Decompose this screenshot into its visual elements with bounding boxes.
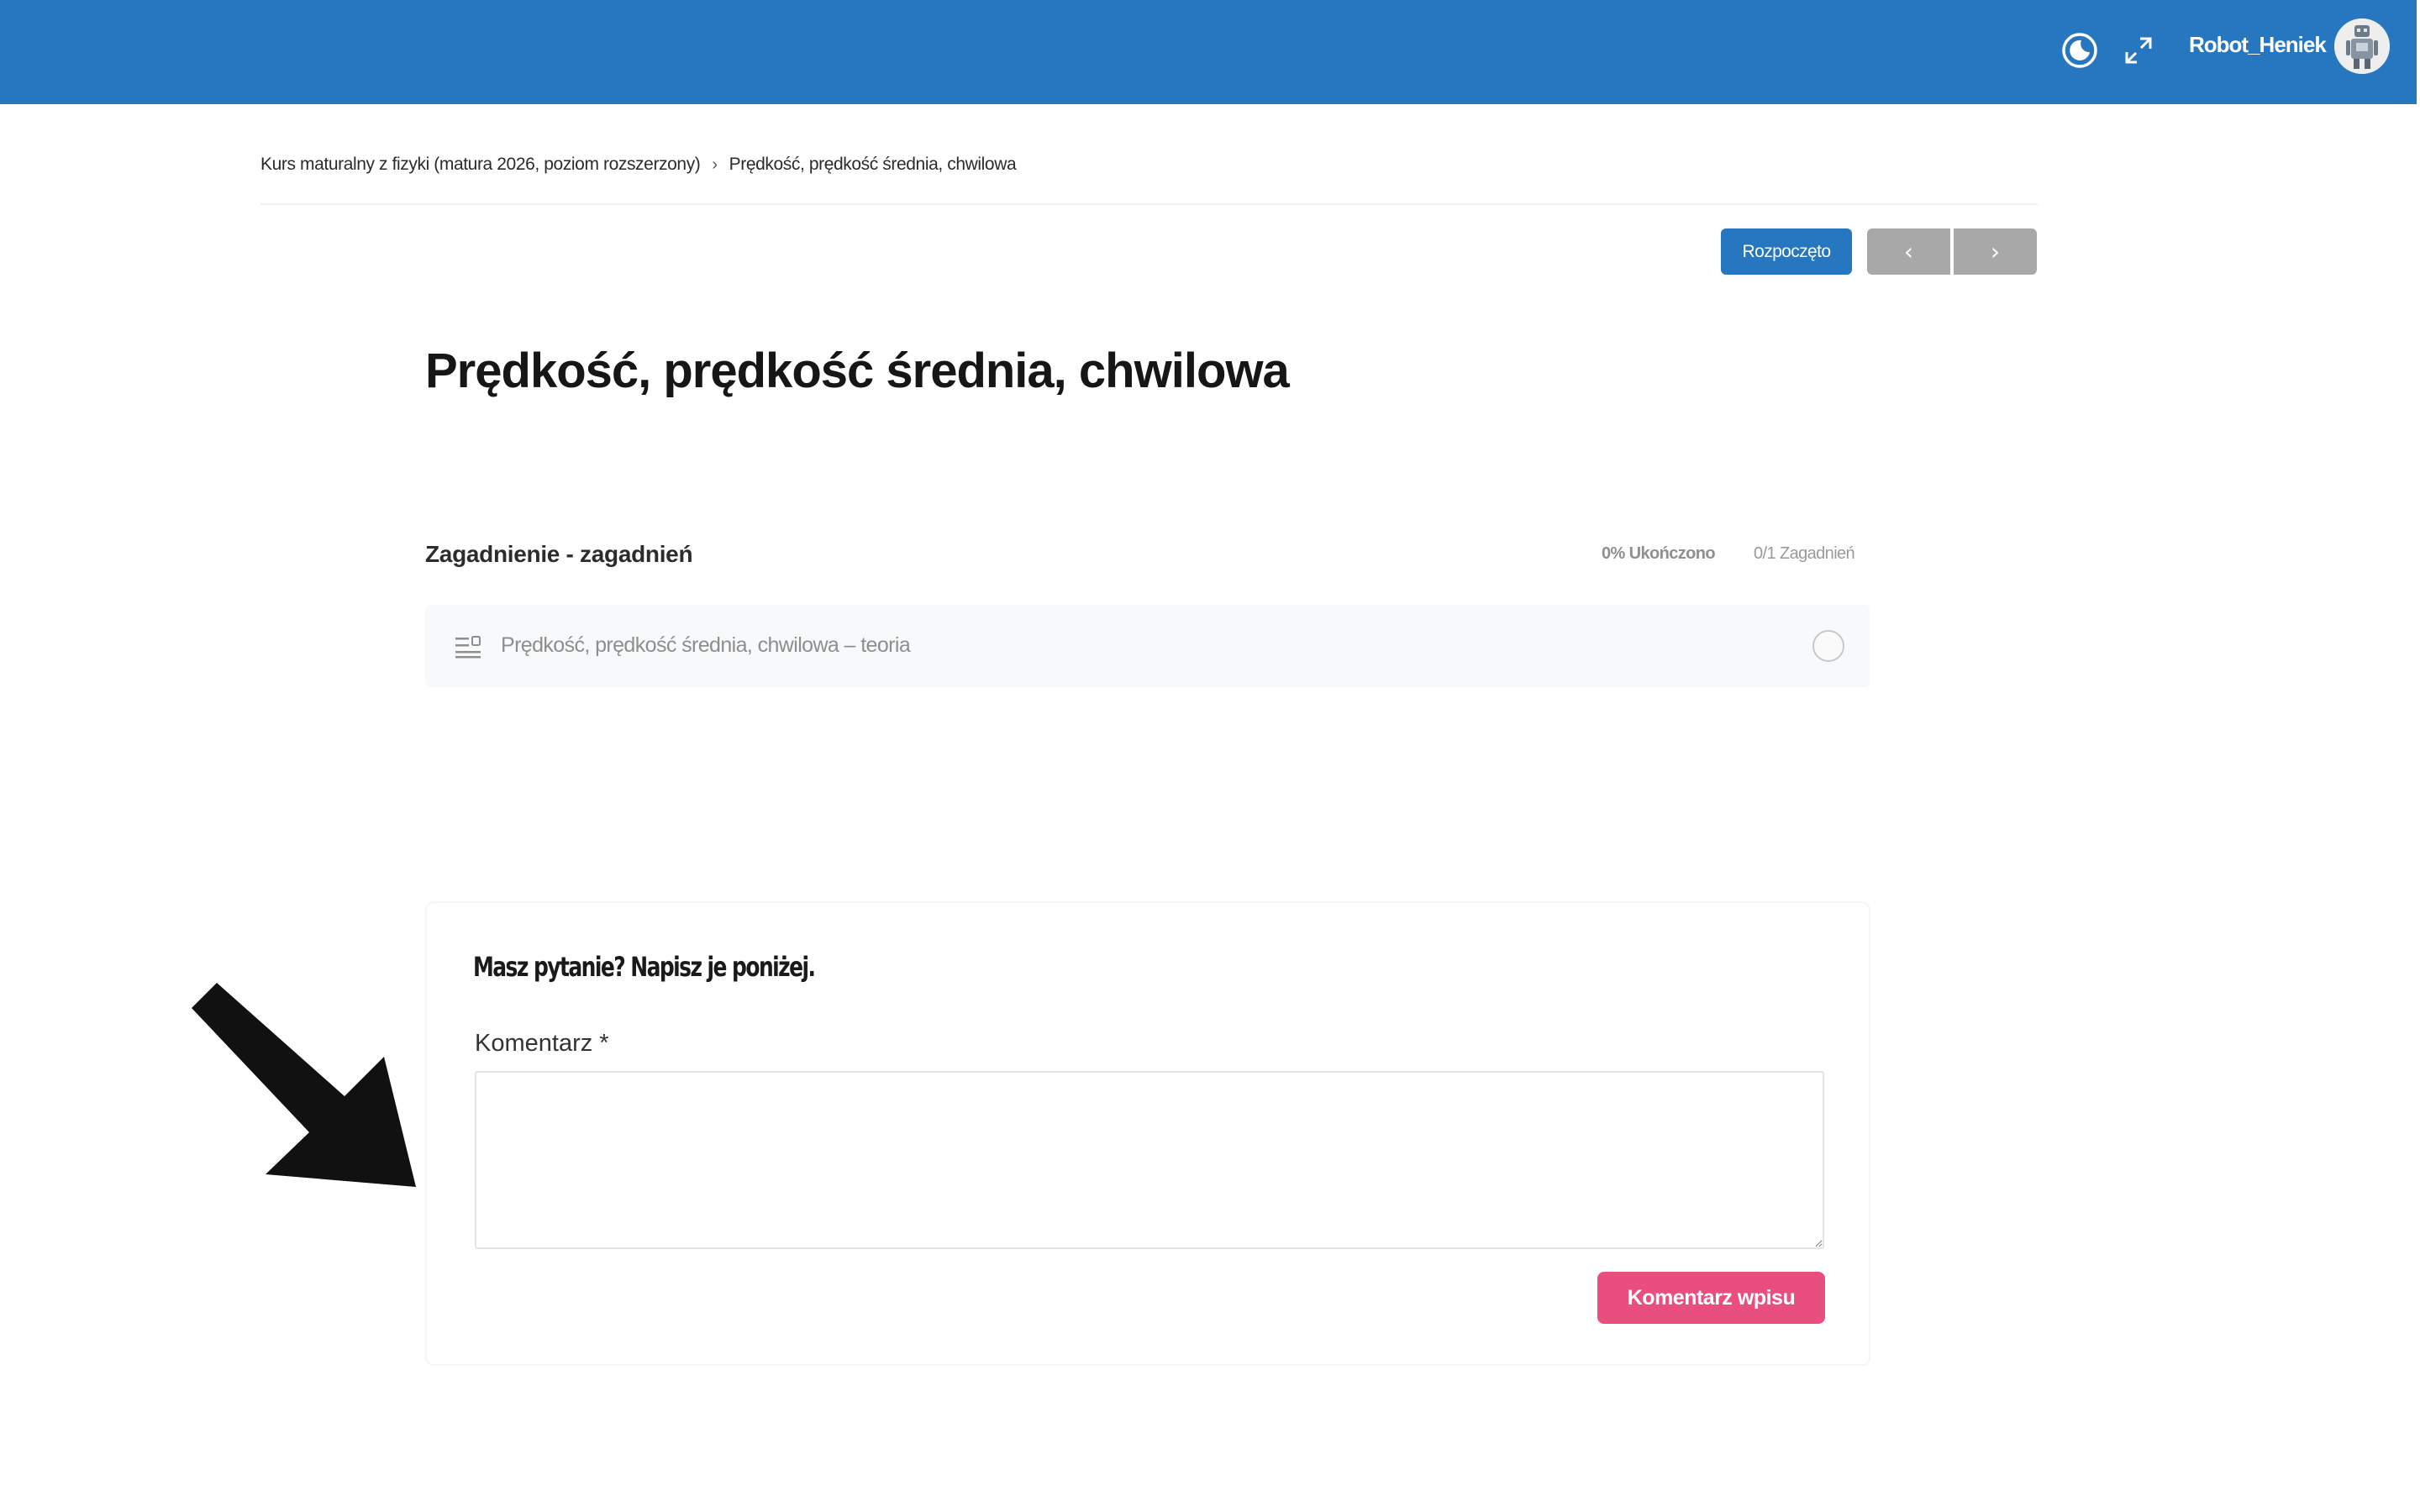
- page-title: Prędkość, prędkość średnia, chwilowa: [425, 344, 1290, 398]
- moon-icon[interactable]: [2054, 25, 2105, 76]
- previous-lesson-button[interactable]: ‹: [1867, 228, 1950, 275]
- comment-prompt: Masz pytanie? Napisz je poniżej.: [473, 951, 816, 983]
- avatar[interactable]: [2334, 18, 2390, 74]
- topics-count: 0/1 Zagadnień: [1754, 544, 1855, 563]
- username[interactable]: Robot_Heniek: [2189, 32, 2327, 58]
- comment-form: Masz pytanie? Napisz je poniżej. Komenta…: [425, 901, 1870, 1366]
- arrow-annotation-icon: [192, 983, 416, 1187]
- submit-comment-button[interactable]: Komentarz wpisu: [1597, 1272, 1825, 1324]
- comment-label: Komentarz *: [475, 1030, 609, 1057]
- next-lesson-button[interactable]: ›: [1954, 228, 2037, 275]
- breadcrumb-course-link[interactable]: Kurs maturalny z fizyki (matura 2026, po…: [260, 155, 701, 175]
- breadcrumb-current: Prędkość, prędkość średnia, chwilowa: [729, 155, 1017, 174]
- topic-label[interactable]: Prędkość, prędkość średnia, chwilowa – t…: [501, 633, 911, 658]
- top-bar: Robot_Heniek: [0, 0, 2417, 104]
- status-button[interactable]: Rozpoczęto: [1721, 228, 1852, 275]
- comment-textarea[interactable]: [475, 1071, 1824, 1249]
- topic-item[interactable]: Prędkość, prędkość średnia, chwilowa – t…: [425, 605, 1870, 687]
- breadcrumb: Kurs maturalny z fizyki (matura 2026, po…: [260, 155, 1017, 175]
- topic-status-circle: [1812, 630, 1844, 662]
- chevron-left-icon: ‹: [1903, 238, 1914, 265]
- chevron-right-icon: ›: [1990, 238, 2001, 265]
- breadcrumb-separator: ›: [712, 155, 718, 174]
- text-lines-icon: [455, 635, 481, 659]
- page: Robot_Heniek Kurs maturalny z fizyki (ma…: [0, 0, 2420, 1512]
- topics-progress: 0% Ukończono: [1602, 544, 1716, 563]
- topics-heading: Zagadnienie - zagadnień: [425, 541, 693, 567]
- breadcrumb-divider: [260, 203, 2038, 205]
- expand-icon[interactable]: [2113, 25, 2164, 76]
